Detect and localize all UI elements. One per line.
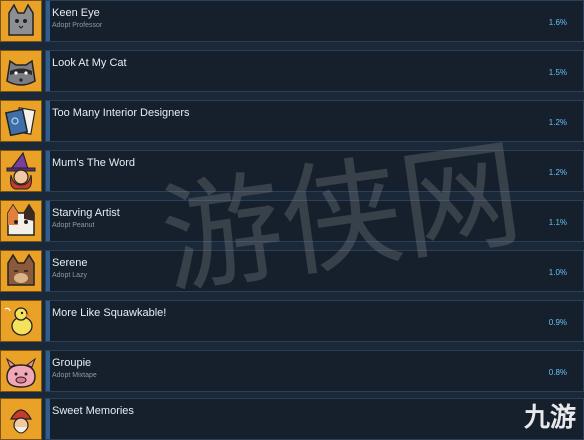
achievement-panel: Keen Eye Adopt Professor 1.6% <box>45 0 584 42</box>
achievement-name: Too Many Interior Designers <box>52 107 190 119</box>
cat-gray-icon <box>0 0 42 42</box>
progress-bar <box>46 201 50 241</box>
progress-bar <box>46 151 50 191</box>
achievement-name: Mum's The Word <box>52 157 135 169</box>
achievement-row[interactable]: Mum's The Word 1.2% <box>0 150 584 194</box>
achievement-panel: Look At My Cat 1.5% <box>45 50 584 92</box>
chick-icon <box>0 300 42 342</box>
cat-brown-icon <box>0 250 42 292</box>
pig-icon <box>0 350 42 392</box>
progress-bar <box>46 51 50 91</box>
achievement-row[interactable]: Look At My Cat 1.5% <box>0 50 584 94</box>
achievement-percent: 1.0% <box>548 268 567 277</box>
achievement-row[interactable]: Too Many Interior Designers 1.2% <box>0 100 584 144</box>
achievement-list: Keen Eye Adopt Professor 1.6% Look At My… <box>0 0 584 440</box>
achievement-name: More Like Squawkable! <box>52 307 167 319</box>
achievement-name: Starving Artist <box>52 207 120 219</box>
achievement-subtitle: Adopt Mixtape <box>52 372 97 379</box>
achievement-name: Keen Eye <box>52 7 100 19</box>
achievement-percent: 1.6% <box>548 18 567 27</box>
achievement-row[interactable]: Starving Artist Adopt Peanut 1.1% <box>0 200 584 244</box>
progress-bar <box>46 1 50 41</box>
achievement-name: Serene <box>52 257 88 269</box>
achievement-subtitle: Adopt Lazy <box>52 272 88 279</box>
achievement-panel: Groupie Adopt Mixtape 0.8% <box>45 350 584 392</box>
achievement-percent: 1.2% <box>548 118 567 127</box>
witch-icon <box>0 150 42 192</box>
achievement-name: Look At My Cat <box>52 57 127 69</box>
achievement-panel: Mum's The Word 1.2% <box>45 150 584 192</box>
achievement-percent: 0.8% <box>548 368 567 377</box>
achievement-row[interactable]: Groupie Adopt Mixtape 0.8% <box>0 350 584 394</box>
achievement-percent: 0.9% <box>548 318 567 327</box>
cat-calico-icon <box>0 200 42 242</box>
achievement-row[interactable]: Sweet Memories <box>0 398 584 440</box>
catalog-book-icon <box>0 100 42 142</box>
progress-bar <box>46 351 50 391</box>
achievement-percent: 1.2% <box>548 168 567 177</box>
progress-bar <box>46 301 50 341</box>
achievement-name: Groupie <box>52 357 92 369</box>
achievement-panel: Serene Adopt Lazy 1.0% <box>45 250 584 292</box>
progress-bar <box>46 399 50 439</box>
achievement-panel: More Like Squawkable! 0.9% <box>45 300 584 342</box>
achievement-row[interactable]: More Like Squawkable! 0.9% <box>0 300 584 344</box>
achievement-percent: 1.5% <box>548 68 567 77</box>
achievement-panel: Too Many Interior Designers 1.2% <box>45 100 584 142</box>
achievement-subtitle: Adopt Professor <box>52 22 103 29</box>
site-logo: 九游 <box>523 403 576 433</box>
progress-bar <box>46 101 50 141</box>
achievement-row[interactable]: Serene Adopt Lazy 1.0% <box>0 250 584 294</box>
achievement-panel: Starving Artist Adopt Peanut 1.1% <box>45 200 584 242</box>
achievement-name: Sweet Memories <box>52 405 134 417</box>
gnome-icon <box>0 398 42 440</box>
achievement-percent: 1.1% <box>548 218 567 227</box>
progress-bar <box>46 251 50 291</box>
achievement-subtitle: Adopt Peanut <box>52 222 95 229</box>
achievement-panel: Sweet Memories <box>45 398 584 440</box>
achievement-row[interactable]: Keen Eye Adopt Professor 1.6% <box>0 0 584 44</box>
raccoon-icon <box>0 50 42 92</box>
